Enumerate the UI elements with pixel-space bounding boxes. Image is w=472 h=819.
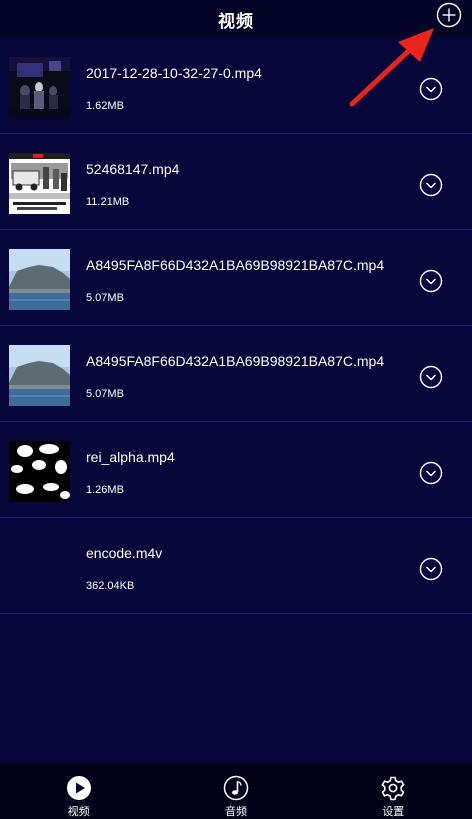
plus-circle-icon[interactable] [436,2,462,28]
video-list-item[interactable]: 52468147.mp4 11.21MB [0,134,472,230]
video-size: 11.21MB [86,196,130,208]
video-list-item[interactable]: 2017-12-28-10-32-27-0.mp4 1.62MB [0,38,472,134]
gear-icon [381,776,405,801]
chevron-down-icon[interactable] [419,173,443,197]
chevron-down-icon[interactable] [419,557,443,581]
video-thumbnail [9,153,70,214]
video-list: 2017-12-28-10-32-27-0.mp4 1.62MB 5246814… [0,38,472,614]
video-size: 362.04KB [86,580,135,592]
tab-label: 音频 [224,805,247,818]
video-list-item[interactable]: A8495FA8F66D432A1BA69B98921BA87C.mp4 5.0… [0,230,472,326]
video-thumbnail [9,249,70,310]
tab-label: 视频 [67,805,90,818]
video-size: 1.62MB [86,100,124,112]
tab-audio[interactable]: 音频 [157,763,314,819]
page-title: 视频 [218,11,254,32]
video-list-item[interactable]: A8495FA8F66D432A1BA69B98921BA87C.mp4 5.0… [0,326,472,422]
video-name: encode.m4v [86,545,163,561]
video-thumbnail [9,441,70,502]
video-name: A8495FA8F66D432A1BA69B98921BA87C.mp4 [86,257,385,273]
video-list-item[interactable]: rei_alpha.mp4 1.26MB [0,422,472,518]
video-thumbnail [9,345,70,406]
video-thumbnail [9,57,70,118]
app-header: 视频 [0,0,472,38]
tab-settings[interactable]: 设置 [315,763,472,819]
bottom-tab-bar: 视频 音频 设置 [0,763,472,819]
video-list-item[interactable]: encode.m4v 362.04KB [0,518,472,614]
music-note-icon [223,775,249,801]
video-name: A8495FA8F66D432A1BA69B98921BA87C.mp4 [86,353,385,369]
chevron-down-icon[interactable] [419,461,443,485]
video-size: 5.07MB [86,292,124,304]
video-name: rei_alpha.mp4 [86,449,175,465]
tab-video[interactable]: 视频 [0,763,157,819]
chevron-down-icon[interactable] [419,77,443,101]
video-name: 52468147.mp4 [86,161,180,177]
video-size: 1.26MB [86,484,124,496]
tab-label: 设置 [382,805,405,818]
chevron-down-icon[interactable] [419,365,443,389]
video-size: 5.07MB [86,388,124,400]
video-name: 2017-12-28-10-32-27-0.mp4 [86,65,262,81]
chevron-down-icon[interactable] [419,269,443,293]
play-circle-icon [66,776,91,800]
